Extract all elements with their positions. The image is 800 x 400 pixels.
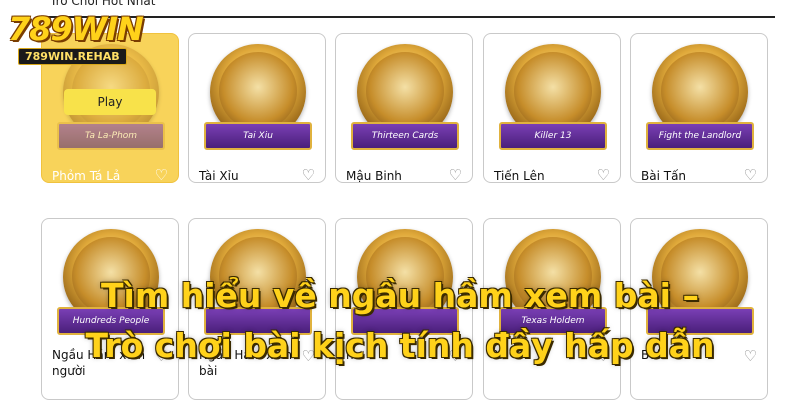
favorite-heart-icon[interactable]: ♡ <box>155 166 168 182</box>
game-thumbnail: Killer 13 <box>498 44 608 162</box>
game-thumbnail: Fight the Landlord <box>645 44 755 162</box>
game-thumbnail: Tai Xiu <box>203 44 313 162</box>
game-card-tien-len[interactable]: Killer 13 Tiến Lên ♡ <box>483 33 621 183</box>
game-banner: Ta La-Phom <box>57 122 165 150</box>
game-card-bai-tan[interactable]: Fight the Landlord Bài Tấn ♡ <box>630 33 768 183</box>
game-card-mau-binh[interactable]: Thirteen Cards Mậu Binh ♡ <box>335 33 473 183</box>
logo-domain: 789WIN.REHAB <box>18 48 127 65</box>
game-banner: Tai Xiu <box>204 122 312 150</box>
game-name: Bài Tấn <box>641 169 687 183</box>
game-banner: Fight the Landlord <box>646 122 754 150</box>
favorite-heart-icon[interactable]: ♡ <box>597 166 610 182</box>
logo: 789WIN 789WIN.REHAB <box>0 0 178 72</box>
game-name: Phỏm Tá Lả <box>52 169 121 183</box>
logo-text: 789WIN <box>8 10 144 48</box>
game-banner: Killer 13 <box>499 122 607 150</box>
game-name: Tiến Lên <box>494 169 545 183</box>
game-name: Tài Xỉu <box>199 169 239 183</box>
game-thumbnail: Thirteen Cards <box>350 44 460 162</box>
favorite-heart-icon[interactable]: ♡ <box>302 166 315 182</box>
play-button[interactable]: Play <box>64 89 156 115</box>
game-name: Mậu Binh <box>346 169 402 183</box>
game-card-tai-xiu[interactable]: Tai Xiu Tài Xỉu ♡ <box>188 33 326 183</box>
overlay-headline-line1: Tìm hiểu về ngầu hầm xem bài – <box>101 276 699 315</box>
favorite-heart-icon[interactable]: ♡ <box>449 166 462 182</box>
game-banner: Thirteen Cards <box>351 122 459 150</box>
overlay-headline-line2: Trò chơi bài kịch tính đầy hấp dẫn <box>85 326 715 365</box>
favorite-heart-icon[interactable]: ♡ <box>744 166 757 182</box>
